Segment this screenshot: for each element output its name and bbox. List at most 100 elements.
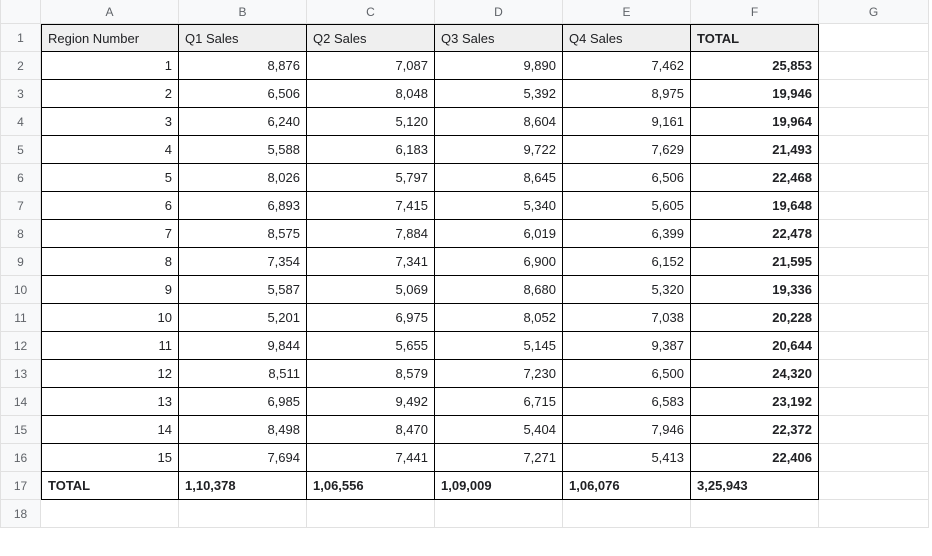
- cell-g9[interactable]: [819, 248, 929, 276]
- cell-q3[interactable]: 8,680: [435, 276, 563, 304]
- cell-empty-18-4[interactable]: [563, 500, 691, 528]
- row-header-4[interactable]: 4: [1, 108, 41, 136]
- row-header-13[interactable]: 13: [1, 360, 41, 388]
- cell-region[interactable]: 5: [41, 164, 179, 192]
- col-header-f[interactable]: F: [691, 0, 819, 24]
- cell-g11[interactable]: [819, 304, 929, 332]
- cell-q3[interactable]: 6,019: [435, 220, 563, 248]
- cell-q4[interactable]: 7,946: [563, 416, 691, 444]
- cell-q3[interactable]: 5,392: [435, 80, 563, 108]
- cell-g16[interactable]: [819, 444, 929, 472]
- cell-region[interactable]: 9: [41, 276, 179, 304]
- row-header-5[interactable]: 5: [1, 136, 41, 164]
- cell-total[interactable]: 24,320: [691, 360, 819, 388]
- cell-g14[interactable]: [819, 388, 929, 416]
- cell-q3[interactable]: 5,145: [435, 332, 563, 360]
- cell-q3[interactable]: 9,722: [435, 136, 563, 164]
- cell-q1[interactable]: 9,844: [179, 332, 307, 360]
- cell-q4[interactable]: 5,413: [563, 444, 691, 472]
- header-q2[interactable]: Q2 Sales: [307, 24, 435, 52]
- row-header-9[interactable]: 9: [1, 248, 41, 276]
- row-header-11[interactable]: 11: [1, 304, 41, 332]
- cell-region[interactable]: 2: [41, 80, 179, 108]
- cell-q3[interactable]: 8,052: [435, 304, 563, 332]
- cell-region[interactable]: 8: [41, 248, 179, 276]
- cell-region[interactable]: 12: [41, 360, 179, 388]
- cell-q4[interactable]: 6,152: [563, 248, 691, 276]
- cell-q3[interactable]: 7,230: [435, 360, 563, 388]
- cell-total[interactable]: 20,228: [691, 304, 819, 332]
- row-header-15[interactable]: 15: [1, 416, 41, 444]
- cell-g17[interactable]: [819, 472, 929, 500]
- cell-q4[interactable]: 5,320: [563, 276, 691, 304]
- cell-q4[interactable]: 7,629: [563, 136, 691, 164]
- cell-q2[interactable]: 8,048: [307, 80, 435, 108]
- cell-region[interactable]: 14: [41, 416, 179, 444]
- cell-g7[interactable]: [819, 192, 929, 220]
- col-header-g[interactable]: G: [819, 0, 929, 24]
- cell-region[interactable]: 11: [41, 332, 179, 360]
- cell-q2[interactable]: 8,579: [307, 360, 435, 388]
- total-q4[interactable]: 1,06,076: [563, 472, 691, 500]
- cell-g15[interactable]: [819, 416, 929, 444]
- cell-q2[interactable]: 7,341: [307, 248, 435, 276]
- row-header-6[interactable]: 6: [1, 164, 41, 192]
- cell-q2[interactable]: 7,884: [307, 220, 435, 248]
- cell-q3[interactable]: 9,890: [435, 52, 563, 80]
- cell-g2[interactable]: [819, 52, 929, 80]
- header-region-number[interactable]: Region Number: [41, 24, 179, 52]
- cell-q1[interactable]: 7,694: [179, 444, 307, 472]
- cell-g1[interactable]: [819, 24, 929, 52]
- cell-q2[interactable]: 7,087: [307, 52, 435, 80]
- cell-q2[interactable]: 5,069: [307, 276, 435, 304]
- cell-q4[interactable]: 6,399: [563, 220, 691, 248]
- cell-g8[interactable]: [819, 220, 929, 248]
- cell-q3[interactable]: 8,604: [435, 108, 563, 136]
- cell-g6[interactable]: [819, 164, 929, 192]
- row-header-14[interactable]: 14: [1, 388, 41, 416]
- cell-q1[interactable]: 6,240: [179, 108, 307, 136]
- cell-q3[interactable]: 8,645: [435, 164, 563, 192]
- cell-q1[interactable]: 8,026: [179, 164, 307, 192]
- cell-g10[interactable]: [819, 276, 929, 304]
- cell-q3[interactable]: 6,900: [435, 248, 563, 276]
- col-header-e[interactable]: E: [563, 0, 691, 24]
- cell-region[interactable]: 3: [41, 108, 179, 136]
- cell-q1[interactable]: 7,354: [179, 248, 307, 276]
- cell-total[interactable]: 22,372: [691, 416, 819, 444]
- cell-q1[interactable]: 5,587: [179, 276, 307, 304]
- cell-region[interactable]: 6: [41, 192, 179, 220]
- cell-q2[interactable]: 5,655: [307, 332, 435, 360]
- cell-g13[interactable]: [819, 360, 929, 388]
- cell-q1[interactable]: 6,893: [179, 192, 307, 220]
- cell-empty-18-0[interactable]: [41, 500, 179, 528]
- cell-region[interactable]: 15: [41, 444, 179, 472]
- row-header-18[interactable]: 18: [1, 500, 41, 528]
- cell-q4[interactable]: 7,038: [563, 304, 691, 332]
- cell-region[interactable]: 4: [41, 136, 179, 164]
- cell-q4[interactable]: 5,605: [563, 192, 691, 220]
- cell-empty-18-6[interactable]: [819, 500, 929, 528]
- total-q1[interactable]: 1,10,378: [179, 472, 307, 500]
- cell-q2[interactable]: 5,120: [307, 108, 435, 136]
- cell-total[interactable]: 21,493: [691, 136, 819, 164]
- header-total[interactable]: TOTAL: [691, 24, 819, 52]
- cell-q2[interactable]: 8,470: [307, 416, 435, 444]
- spreadsheet-grid[interactable]: ABCDEFG1Region NumberQ1 SalesQ2 SalesQ3 …: [0, 0, 932, 528]
- cell-total[interactable]: 22,468: [691, 164, 819, 192]
- cell-q3[interactable]: 5,404: [435, 416, 563, 444]
- cell-total[interactable]: 22,478: [691, 220, 819, 248]
- cell-empty-18-1[interactable]: [179, 500, 307, 528]
- cell-q2[interactable]: 5,797: [307, 164, 435, 192]
- cell-q2[interactable]: 6,975: [307, 304, 435, 332]
- cell-total[interactable]: 21,595: [691, 248, 819, 276]
- cell-q3[interactable]: 6,715: [435, 388, 563, 416]
- cell-g5[interactable]: [819, 136, 929, 164]
- cell-q4[interactable]: 6,500: [563, 360, 691, 388]
- cell-q1[interactable]: 6,506: [179, 80, 307, 108]
- cell-q4[interactable]: 8,975: [563, 80, 691, 108]
- row-header-17[interactable]: 17: [1, 472, 41, 500]
- cell-q4[interactable]: 7,462: [563, 52, 691, 80]
- cell-q2[interactable]: 9,492: [307, 388, 435, 416]
- cell-q1[interactable]: 5,588: [179, 136, 307, 164]
